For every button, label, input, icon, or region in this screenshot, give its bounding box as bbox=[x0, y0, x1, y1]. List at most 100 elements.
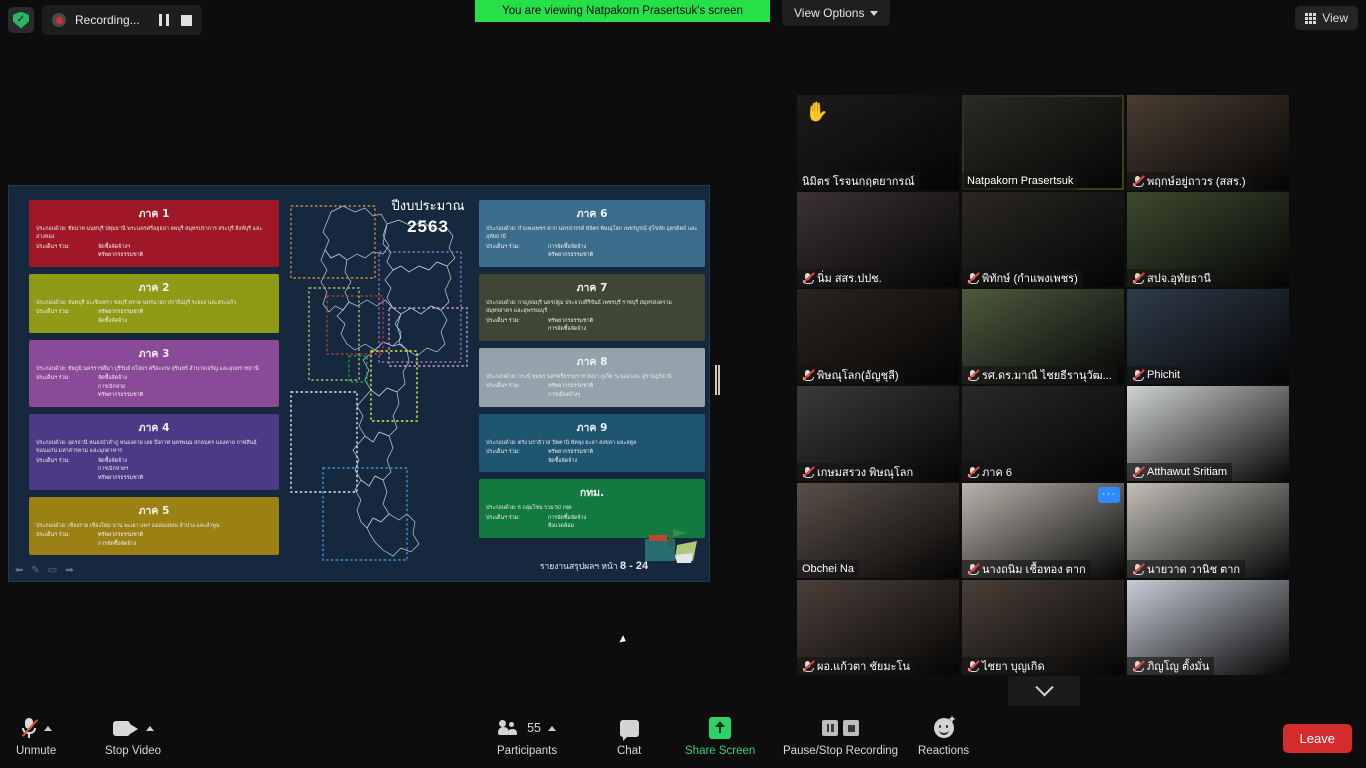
redo-icon[interactable]: ➡ bbox=[65, 565, 73, 576]
participant-tile[interactable]: พิษณุโลก(อัญชุลี) bbox=[797, 289, 959, 384]
region-card-provinces: ประกอบด้วย: เชียงราย เชียงใหม่ น่าน พะเย… bbox=[36, 522, 220, 529]
participant-tile[interactable]: ··· นางถนิม เชื้อทอง ตาก bbox=[962, 483, 1124, 578]
region-card-provinces: ประกอบด้วย: อุดรธานี หนองบัวลำภู หนองคาย… bbox=[36, 439, 257, 455]
participant-name-bar: ภิญโญ ตั้งมั่น bbox=[1127, 657, 1215, 675]
region-card-provinces: ประกอบด้วย: กระบี่ ชุมพร นครศรีธรรมราช พ… bbox=[486, 374, 672, 381]
leave-meeting-button[interactable]: Leave bbox=[1282, 724, 1352, 753]
recording-indicator[interactable]: Recording... bbox=[42, 5, 202, 35]
meeting-controls-toolbar: Unmute Stop Video 55 Participants Chat S… bbox=[0, 706, 1366, 768]
gallery-row: เกษมสรวง พิษณุโลก ภาค 6 Atthawut Sritiam bbox=[797, 386, 1291, 481]
undo-icon[interactable]: ⬅ bbox=[15, 565, 23, 576]
participant-tile[interactable]: พิทักษ์ (กำแพงเพชร) bbox=[962, 192, 1124, 287]
participants-button[interactable]: 55 Participants bbox=[497, 716, 557, 757]
share-screen-button[interactable]: Share Screen bbox=[685, 716, 755, 757]
participant-name: Obchei Na bbox=[802, 563, 854, 575]
screen-share-banner: You are viewing Natpakorn Prasertsuk's s… bbox=[475, 0, 770, 22]
gallery-scroll-down-button[interactable] bbox=[1008, 676, 1080, 706]
participant-tile[interactable]: เกษมสรวง พิษณุโลก bbox=[797, 386, 959, 481]
region-card: ภาค 2 ประกอบด้วย: จันทบุรี ฉะเชิงเทรา ชลบ… bbox=[29, 274, 279, 333]
participant-name: นายวาด วานิช ตาก bbox=[1147, 564, 1241, 576]
reactions-button[interactable]: ✦ Reactions bbox=[918, 715, 969, 758]
participant-tile[interactable]: นิ่ม สสร.ปปช. bbox=[797, 192, 959, 287]
gallery-row: Obchei Na ··· นางถนิม เชื้อทอง ตาก นายวาด ว… bbox=[797, 483, 1291, 578]
video-options-chevron-icon[interactable] bbox=[145, 725, 154, 731]
participant-name: Atthawut Sritiam bbox=[1147, 466, 1228, 478]
region-card-issue-item: ทรัพยากรธรรมชาติ bbox=[98, 475, 144, 482]
shared-screen-viewport[interactable]: ภาค 1 ประกอบด้วย: ชัยนาท นนทบุรี ปทุมธานี… bbox=[8, 185, 710, 645]
security-shield-button[interactable] bbox=[8, 7, 34, 33]
participant-tile[interactable]: Natpakorn Prasertsuk bbox=[962, 95, 1124, 190]
participant-name-bar: เกษมสรวง พิษณุโลก bbox=[797, 463, 919, 481]
microphone-muted-icon bbox=[1132, 272, 1144, 284]
pause-icon[interactable] bbox=[158, 14, 169, 26]
region-card-issue-label: ประเด็นฯ ร่วม: bbox=[486, 514, 520, 521]
region-card-title: ภาค 1 bbox=[138, 208, 170, 220]
participant-tile[interactable]: ✋ นิมิตร โรจนกฤตยากรณ์ bbox=[797, 95, 959, 190]
microphone-muted-icon bbox=[1132, 466, 1144, 478]
region-card-title: ภาค 2 bbox=[138, 282, 170, 295]
participant-name-bar: นิ่ม สสร.ปปช. bbox=[797, 269, 887, 287]
unmute-button[interactable]: Unmute bbox=[16, 716, 56, 757]
eraser-icon[interactable]: ▭ bbox=[48, 565, 57, 576]
microphone-muted-icon bbox=[1132, 563, 1144, 575]
participant-name: Phichit bbox=[1147, 369, 1181, 381]
region-card-issue-label: ประเด็นฯ ร่วม: bbox=[36, 243, 70, 250]
region-card-issue-item: ทรัพยากรธรรมชาติ bbox=[98, 252, 144, 259]
participants-count: 55 bbox=[527, 721, 541, 735]
participant-tile[interactable]: สปจ.อุทัยธานี bbox=[1127, 192, 1289, 287]
chat-button[interactable]: Chat bbox=[617, 716, 641, 757]
participant-tile[interactable]: ผอ.แก้วตา ชัยมะโน bbox=[797, 580, 959, 675]
pause-stop-recording-button[interactable]: Pause/Stop Recording bbox=[783, 716, 898, 757]
participant-tile[interactable]: Obchei Na bbox=[797, 483, 959, 578]
shared-screen-scroll-handle[interactable] bbox=[715, 365, 720, 395]
participant-name-bar: พฤกษ์อยู่ถาวร (สสร.) bbox=[1127, 172, 1251, 190]
participant-tile[interactable]: ภิญโญ ตั้งมั่น bbox=[1127, 580, 1289, 675]
region-card-provinces: ประกอบด้วย: ชัยภูมิ นครราชสีมา บุรีรัมย์… bbox=[36, 365, 259, 372]
participant-name: ผอ.แก้วตา ชัยมะโน bbox=[817, 661, 910, 673]
region-card: ภาค 9 ประกอบด้วย: ตรัง นราธิวาส ปัตตานี พ… bbox=[479, 413, 705, 473]
region-card: ภาค 7 ประกอบด้วย: กาญจนบุรี นครปฐม ประจวบ… bbox=[479, 274, 705, 342]
region-card-issue-label: ประเด็นฯ ร่วม: bbox=[36, 375, 70, 382]
participant-tile[interactable]: รศ.ดร.มาณี ไชยธีรานุวัฒ... bbox=[962, 289, 1124, 384]
pen-icon[interactable]: ✎ bbox=[31, 565, 39, 576]
microphone-muted-icon bbox=[21, 717, 37, 739]
stop-icon[interactable] bbox=[180, 14, 192, 26]
participant-more-options-button[interactable]: ··· bbox=[1098, 487, 1120, 503]
microphone-muted-icon bbox=[802, 660, 814, 672]
participant-name-bar: นางถนิม เชื้อทอง ตาก bbox=[962, 560, 1091, 578]
participant-name: พิทักษ์ (กำแพงเพชร) bbox=[982, 273, 1078, 285]
participant-tile[interactable]: Phichit bbox=[1127, 289, 1289, 384]
region-card: ภาค 6 ประกอบด้วย: กำแพงเพชร ตาก นครสวรรค์… bbox=[479, 200, 705, 268]
region-card-issue-item: ทรัพยากรธรรมชาติ bbox=[548, 317, 594, 324]
participant-tile[interactable]: นายวาด วานิช ตาก bbox=[1127, 483, 1289, 578]
participants-options-chevron-icon[interactable] bbox=[548, 725, 556, 731]
participant-name-bar: Natpakorn Prasertsuk bbox=[962, 172, 1079, 190]
participant-tile[interactable]: พฤกษ์อยู่ถาวร (สสร.) bbox=[1127, 95, 1289, 190]
participant-name: ภาค 6 bbox=[982, 467, 1012, 479]
stop-video-button[interactable]: Stop Video bbox=[105, 716, 161, 757]
view-options-label: View Options bbox=[794, 6, 865, 20]
leave-label: Leave bbox=[1299, 731, 1335, 746]
audio-options-chevron-icon[interactable] bbox=[43, 725, 52, 731]
annotation-toolbar[interactable]: ⬅ ✎ ▭ ➡ bbox=[15, 565, 74, 576]
participant-name: เกษมสรวง พิษณุโลก bbox=[817, 467, 914, 479]
region-card-issue-item: ทรัพยากรธรรมชาติ bbox=[548, 449, 594, 456]
region-card-issue-label: ประเด็นฯ ร่วม: bbox=[486, 317, 520, 324]
region-card: ภาค 4 ประกอบด้วย: อุดรธานี หนองบัวลำภู หน… bbox=[29, 413, 279, 490]
view-options-button[interactable]: View Options bbox=[782, 0, 891, 26]
chevron-down-icon bbox=[870, 10, 879, 16]
gallery-row: ผอ.แก้วตา ชัยมะโน ไชยา บุญเกิด ภิญโญ ตั้งม… bbox=[797, 580, 1291, 675]
participant-name: สปจ.อุทัยธานี bbox=[1147, 273, 1211, 285]
record-dot-icon bbox=[52, 13, 66, 27]
participant-tile[interactable]: ไชยา บุญเกิด bbox=[962, 580, 1124, 675]
participant-name: นิมิตร โรจนกฤตยากรณ์ bbox=[802, 176, 915, 188]
microphone-muted-icon bbox=[1132, 660, 1144, 672]
participant-tile[interactable]: Atthawut Sritiam bbox=[1127, 386, 1289, 481]
chevron-down-icon bbox=[1034, 677, 1054, 696]
view-layout-button[interactable]: View bbox=[1295, 6, 1358, 30]
region-card-issue-label: ประเด็นฯ ร่วม: bbox=[486, 449, 520, 456]
region-card-title: ภาค 7 bbox=[576, 282, 608, 295]
presentation-slide: ภาค 1 ประกอบด้วย: ชัยนาท นนทบุรี ปทุมธานี… bbox=[9, 186, 709, 645]
participant-tile[interactable]: ภาค 6 bbox=[962, 386, 1124, 481]
region-card-issue-item: จัดซื้อจัดจ้าง bbox=[548, 457, 578, 464]
